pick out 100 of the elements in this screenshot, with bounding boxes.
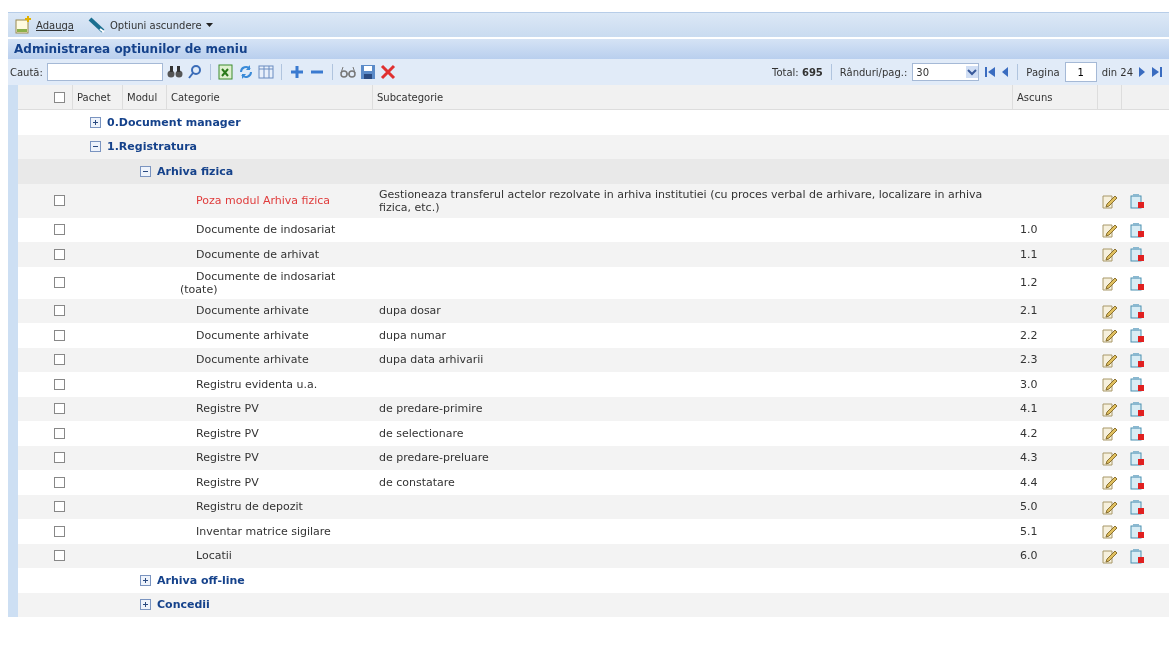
collapse-icon[interactable] [90, 141, 101, 153]
delete-icon[interactable] [1129, 274, 1145, 291]
subcategory-cell-text: dupa data arhivarii [378, 352, 485, 369]
delete-icon[interactable] [1129, 246, 1145, 263]
row-checkbox[interactable] [54, 378, 65, 390]
order-cell-text: 1.1 [1019, 247, 1039, 261]
category-cell-text: Registre PV [195, 401, 260, 418]
row-checkbox[interactable] [54, 248, 65, 260]
row-checkbox[interactable] [54, 452, 65, 464]
subcategory-cell-text: de constatare [378, 474, 456, 491]
column-header[interactable]: Modul [127, 91, 158, 103]
next-page-icon[interactable] [1138, 66, 1146, 78]
row-checkbox[interactable] [54, 427, 65, 439]
edit-icon[interactable] [1101, 302, 1117, 319]
add-button[interactable]: Adauga [14, 16, 74, 34]
column-header[interactable]: Categorie [171, 91, 220, 103]
order-cell-text: 5.0 [1019, 500, 1039, 514]
row-checkbox[interactable] [54, 224, 65, 236]
edit-icon[interactable] [1101, 498, 1117, 515]
rows-per-page-select[interactable]: 30 [912, 63, 980, 81]
columns-icon[interactable] [257, 64, 274, 80]
edit-icon[interactable] [1101, 274, 1117, 291]
page-field[interactable]: 1 [1064, 62, 1097, 82]
delete-icon[interactable] [1129, 449, 1145, 466]
column-header[interactable]: Subcategorie [377, 91, 444, 103]
collapse-icon[interactable] [140, 165, 151, 177]
edit-icon[interactable] [1101, 449, 1117, 466]
row-checkbox[interactable] [54, 525, 65, 537]
delete-icon[interactable] [1129, 474, 1145, 491]
row-checkbox[interactable] [54, 476, 65, 488]
edit-icon[interactable] [1101, 547, 1117, 564]
group-label[interactable]: 1.Registratura [107, 140, 197, 154]
previous-page-icon[interactable] [1001, 66, 1010, 78]
subcategory-cell-text: Gestioneaza transferul actelor rezolvate in arhiva institutiei (cu proces verbal de arhivare, localizare in arhiva fizica, etc.) [378, 186, 984, 216]
row-checkbox[interactable] [54, 550, 65, 562]
edit-icon[interactable] [1101, 192, 1117, 209]
column-header[interactable]: Pachet [77, 91, 111, 103]
row-checkbox[interactable] [54, 354, 65, 366]
delete-icon[interactable] [1129, 547, 1145, 564]
spreadsheet-icon[interactable] [217, 64, 234, 80]
order-cell-text: 3.0 [1019, 377, 1039, 391]
subcategory-cell-text: de predare-preluare [378, 450, 490, 467]
save-icon[interactable] [359, 64, 376, 80]
expand-icon[interactable] [140, 599, 151, 611]
search-icon[interactable] [186, 64, 203, 80]
refresh-icon[interactable] [237, 64, 254, 80]
delete-icon[interactable] [1129, 351, 1145, 368]
order-cell-text: 5.1 [1019, 524, 1039, 538]
binoculars-icon[interactable] [166, 64, 183, 80]
row-checkbox[interactable] [54, 195, 65, 206]
hide-options-button[interactable]: Optiuni ascundere [87, 16, 213, 34]
delete-icon[interactable] [1129, 376, 1145, 393]
row-checkbox[interactable] [54, 329, 65, 341]
order-cell-text: 6.0 [1019, 549, 1039, 563]
edit-icon[interactable] [1101, 327, 1117, 344]
glasses-icon[interactable] [339, 64, 356, 80]
group-label[interactable]: 0.Document manager [107, 115, 241, 129]
edit-icon[interactable] [1101, 425, 1117, 442]
delete-icon[interactable] [1129, 221, 1145, 238]
plus-icon[interactable] [288, 64, 305, 80]
row-checkbox[interactable] [54, 277, 65, 288]
row-checkbox[interactable] [54, 403, 65, 415]
subcategory-cell-text: dupa numar [378, 327, 448, 344]
edit-icon[interactable] [1101, 376, 1117, 393]
edit-icon[interactable] [1101, 474, 1117, 491]
edit-icon[interactable] [1101, 400, 1117, 417]
row-checkbox[interactable] [54, 501, 65, 513]
group-label[interactable]: Arhiva fizica [157, 164, 234, 178]
delete-icon[interactable] [1129, 302, 1145, 319]
category-cell-text: Locatii [195, 548, 233, 565]
column-header[interactable]: Ascuns [1017, 91, 1053, 103]
expand-icon[interactable] [90, 116, 101, 128]
dropdown-arrow-icon [966, 66, 979, 78]
delete-icon[interactable] [379, 64, 396, 80]
group-label[interactable]: Arhiva off-line [157, 573, 245, 587]
rows-per-page-label: Rânduri/pag.: [839, 66, 908, 78]
category-cell-text: Documente de indosariat (toate) [179, 268, 337, 298]
search-field[interactable] [46, 63, 163, 81]
category-cell-text: Documente de arhivat [195, 246, 321, 263]
delete-icon[interactable] [1129, 192, 1145, 209]
delete-icon[interactable] [1129, 327, 1145, 344]
expand-icon[interactable] [140, 574, 151, 586]
order-cell-text: 2.1 [1019, 304, 1039, 318]
search-label: Cautã: [10, 66, 43, 78]
header-checkbox[interactable] [54, 91, 65, 103]
total-label: Total: 695 [772, 66, 823, 78]
row-checkbox[interactable] [54, 305, 65, 317]
edit-icon[interactable] [1101, 523, 1117, 540]
category-cell-text: Registru evidenta u.a. [195, 376, 319, 393]
group-label[interactable]: Concedii [157, 598, 210, 612]
first-page-icon[interactable] [984, 66, 997, 78]
edit-icon[interactable] [1101, 221, 1117, 238]
category-cell-text: Inventar matrice sigilare [195, 523, 332, 540]
edit-icon[interactable] [1101, 351, 1117, 368]
delete-icon[interactable] [1129, 498, 1145, 515]
edit-icon[interactable] [1101, 246, 1117, 263]
last-page-icon[interactable] [1151, 66, 1163, 78]
delete-icon[interactable] [1129, 425, 1145, 442]
delete-icon[interactable] [1129, 400, 1145, 417]
delete-icon[interactable] [1129, 523, 1145, 540]
